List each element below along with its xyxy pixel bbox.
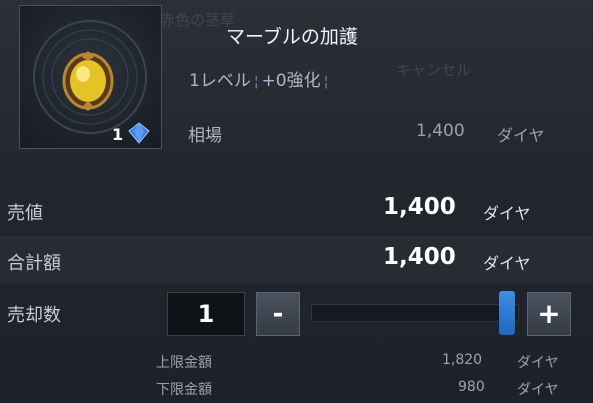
lower-limit-label: 下限金額 <box>156 382 212 398</box>
upper-limit-label: 上限金額 <box>156 355 212 371</box>
market-price-unit: ダイヤ <box>497 126 545 145</box>
upper-limit-unit: ダイヤ <box>517 355 559 371</box>
diamond-icon <box>128 122 150 144</box>
plus-icon: + <box>537 297 561 330</box>
item-icon-panel: 1 <box>19 5 162 149</box>
lower-limit-value: 980 <box>458 379 485 395</box>
slider-handle[interactable] <box>499 291 515 335</box>
market-price-label: 相場 <box>188 126 222 146</box>
upper-limit-value: 1,820 <box>442 352 483 368</box>
background-cancel-text: キャンセル <box>396 61 472 79</box>
minus-icon: - <box>272 299 284 329</box>
sale-price-value: 1,400 <box>383 194 456 220</box>
increase-button[interactable]: + <box>527 292 571 336</box>
item-level: 1レベル <box>189 71 251 91</box>
item-enhance: +0強化 <box>261 71 321 91</box>
background-text-item: 赤色の茎草 <box>160 11 236 29</box>
item-subinfo: 1レベル ¦ +0強化 ¦ <box>189 66 331 91</box>
total-label: 合計額 <box>7 253 61 274</box>
separator-icon: ¦ <box>253 74 259 90</box>
separator-icon: ¦ <box>323 74 329 90</box>
item-count: 1 <box>112 125 124 144</box>
total-unit: ダイヤ <box>483 254 531 273</box>
sale-price-label: 売値 <box>7 203 43 224</box>
quantity-slider[interactable] <box>311 304 519 322</box>
market-price-value: 1,400 <box>416 121 465 141</box>
lower-limit-unit: ダイヤ <box>517 382 559 398</box>
sale-price-unit: ダイヤ <box>483 204 531 223</box>
decrease-button[interactable]: - <box>256 292 300 336</box>
item-name: マーブルの加護 <box>226 26 358 48</box>
sell-qty-label: 売却数 <box>7 305 61 326</box>
total-value: 1,400 <box>383 244 456 270</box>
quantity-input[interactable]: 1 <box>167 292 245 336</box>
